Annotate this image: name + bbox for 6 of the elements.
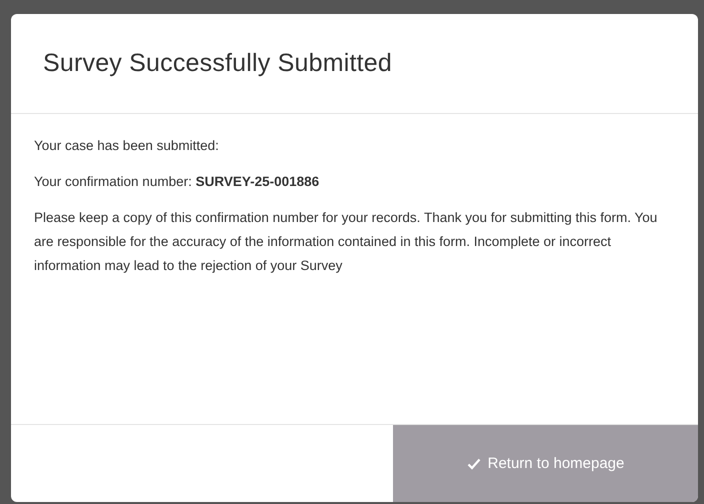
check-icon bbox=[466, 458, 481, 470]
dialog-title: Survey Successfully Submitted bbox=[43, 49, 392, 78]
message-text: Please keep a copy of this confirmation number for your records. Thank you for submitting this form. You are responsible for the accuracy of the information contained in this form. Incomplete or incorrect information may lead to the rejection of your Survey bbox=[34, 209, 658, 275]
return-button[interactable]: Return to homepage bbox=[393, 425, 698, 502]
message-text: Your confirmation number: SURVEY-25-001886 bbox=[34, 173, 320, 191]
message-text: Your case has been submitted: bbox=[34, 137, 220, 155]
